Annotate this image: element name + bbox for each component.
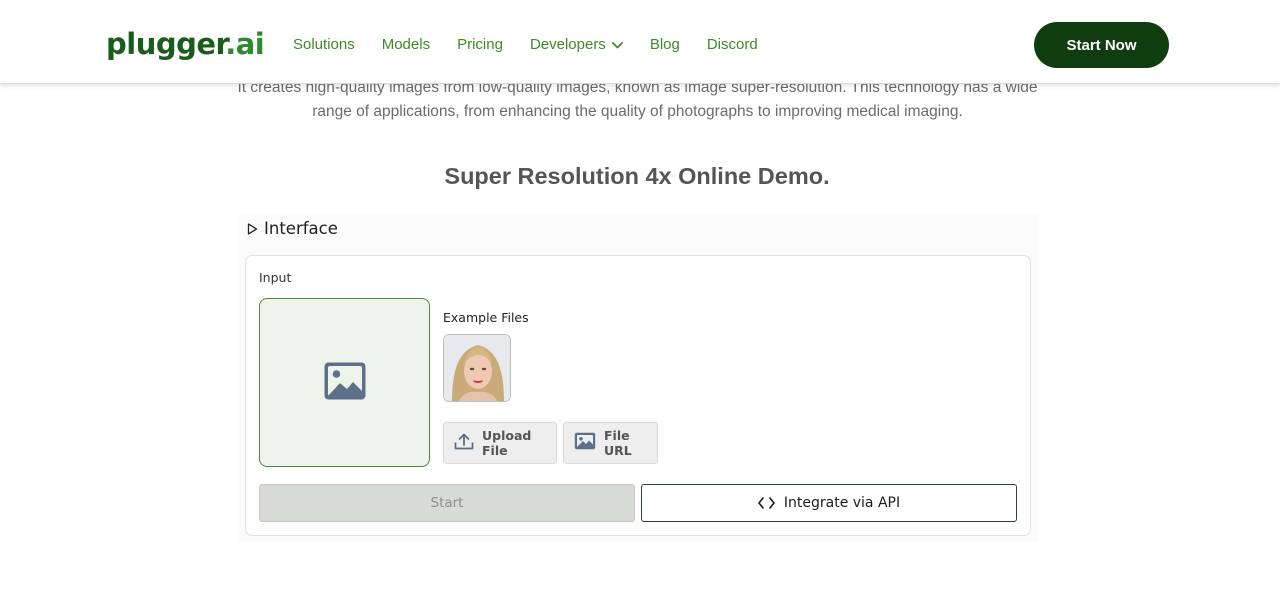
demo-title: Super Resolution 4x Online Demo.	[444, 163, 830, 189]
image-placeholder-icon	[323, 361, 367, 405]
nav-solutions[interactable]: Solutions	[293, 34, 355, 56]
example-file-portrait[interactable]	[443, 334, 511, 402]
integrate-api-button[interactable]: Integrate via API	[641, 484, 1017, 522]
input-label: Input	[259, 270, 292, 285]
file-url-button[interactable]: File URL	[563, 422, 658, 464]
file-url-label: File URL	[604, 428, 632, 458]
nav-developers-label: Developers	[529, 36, 606, 53]
upload-file-label: Upload File	[482, 428, 532, 458]
portrait-thumbnail-icon	[444, 335, 510, 401]
interface-label: Interface	[264, 219, 338, 238]
site-header: plugger.ai Solutions Models Pricing Deve…	[0, 0, 1280, 84]
main-nav: Solutions Models Pricing Developers Blog…	[293, 34, 785, 56]
upload-file-button[interactable]: Upload File	[443, 422, 557, 464]
nav-blog[interactable]: Blog	[650, 34, 680, 56]
code-icon	[758, 494, 775, 513]
triangle-right-icon	[247, 222, 258, 235]
logo-main-text: plugger	[106, 27, 226, 61]
start-button[interactable]: Start	[259, 484, 635, 522]
logo-suffix-text: .ai	[225, 27, 265, 61]
plugger-logo[interactable]: plugger.ai	[106, 24, 265, 64]
start-now-button[interactable]: Start Now	[1034, 22, 1169, 68]
example-files-label: Example Files	[443, 310, 529, 325]
chevron-down-icon	[611, 41, 623, 49]
image-dropzone[interactable]	[259, 298, 430, 467]
interface-toggle[interactable]: Interface	[247, 219, 338, 238]
upload-icon	[454, 433, 474, 454]
image-icon	[574, 432, 596, 454]
integrate-api-label: Integrate via API	[783, 495, 901, 511]
nav-discord[interactable]: Discord	[707, 34, 758, 56]
nav-pricing[interactable]: Pricing	[457, 34, 503, 56]
intro-line-2: range of applications, from enhancing th…	[312, 103, 963, 120]
nav-models[interactable]: Models	[382, 34, 430, 56]
nav-developers[interactable]: Developers	[530, 34, 623, 56]
